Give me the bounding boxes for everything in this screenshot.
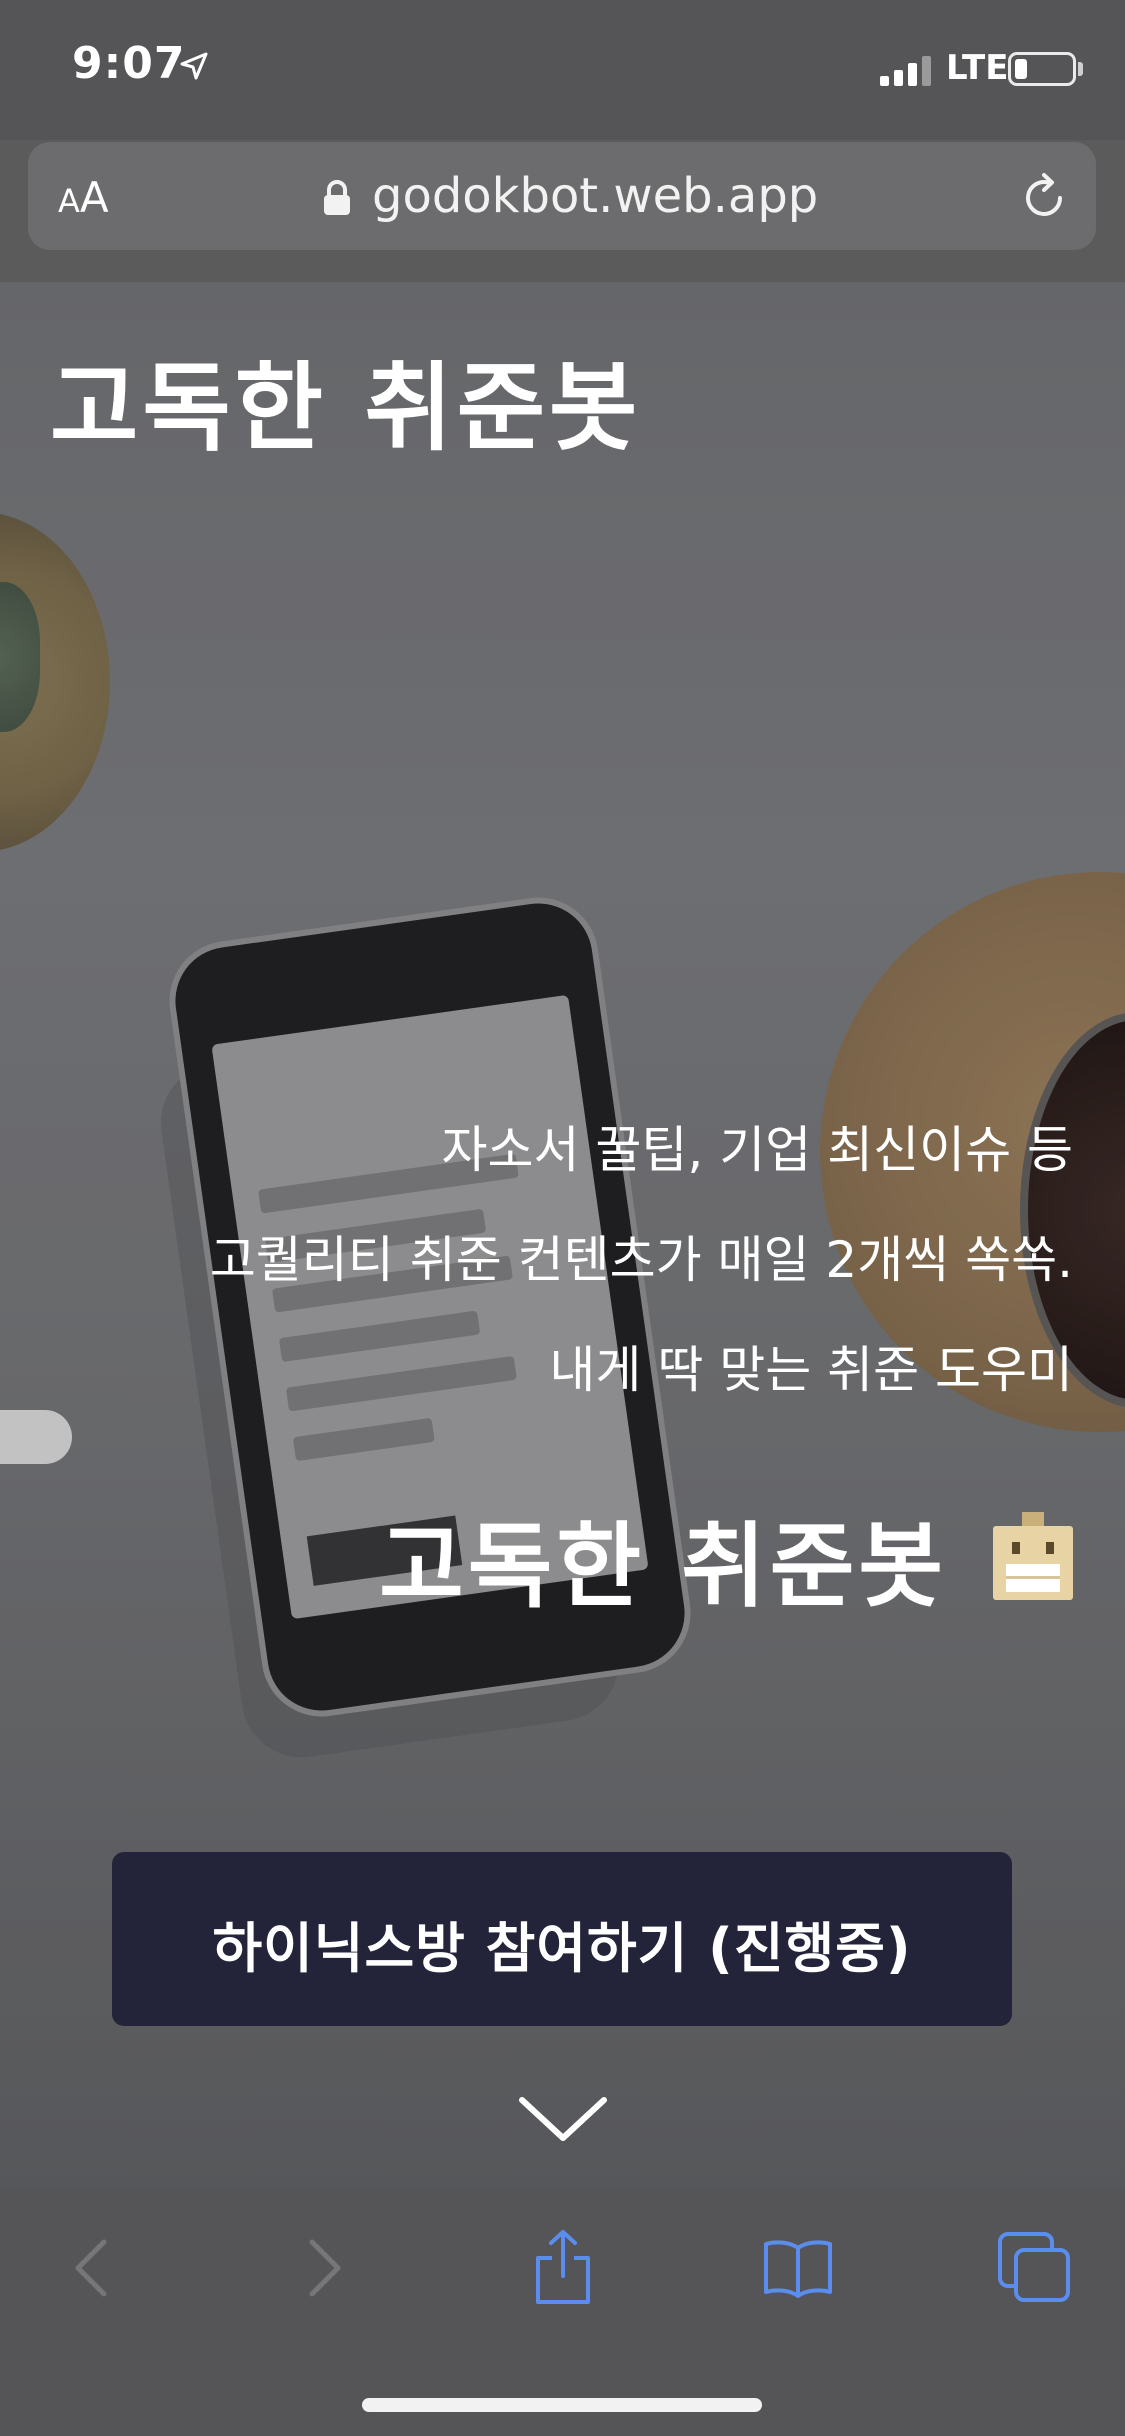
join-room-button-label: 하이닉스방 참여하기 (진행중) (212, 1917, 912, 1980)
home-indicator[interactable] (362, 2398, 762, 2412)
chevron-down-icon[interactable] (518, 2094, 608, 2144)
join-room-button[interactable]: 하이닉스방 참여하기 (진행중) (112, 1852, 1012, 2026)
bookmarks-icon[interactable] (762, 2238, 834, 2298)
hero-description-line: 고퀄리티 취준 컨텐츠가 매일 2개씩 쏙쏙. (209, 1231, 1073, 1289)
brand-name: 고독한 취준봇 (379, 1513, 947, 1620)
battery-icon (1008, 52, 1076, 86)
site-title: 고독한 취준봇 (50, 352, 642, 464)
network-type: LTE (946, 48, 1009, 88)
hero-section: 고독한 취준봇 자소서 꿀팁, 기업 최신이슈 등 고퀄리티 취준 컨텐츠가 매… (0, 282, 1125, 2188)
forward-icon[interactable] (306, 2238, 346, 2298)
url-text[interactable]: godokbot.web.app (372, 168, 818, 224)
location-arrow-icon (180, 52, 208, 80)
cellular-signal-icon (880, 56, 931, 86)
share-icon[interactable] (532, 2228, 594, 2306)
tabs-icon[interactable] (996, 2230, 1072, 2304)
reload-icon[interactable] (1018, 172, 1070, 224)
hero-description-line: 내게 딱 맞는 취준 도우미 (549, 1341, 1073, 1399)
back-icon[interactable] (70, 2238, 110, 2298)
status-time: 9:07 (72, 38, 186, 89)
reader-text-size-button[interactable]: AA (58, 173, 109, 222)
hero-description-line: 자소서 꿀팁, 기업 최신이슈 등 (441, 1121, 1073, 1179)
lock-icon (324, 180, 350, 215)
battery-cap (1078, 62, 1083, 76)
bot-mascot-icon (993, 1512, 1073, 1600)
